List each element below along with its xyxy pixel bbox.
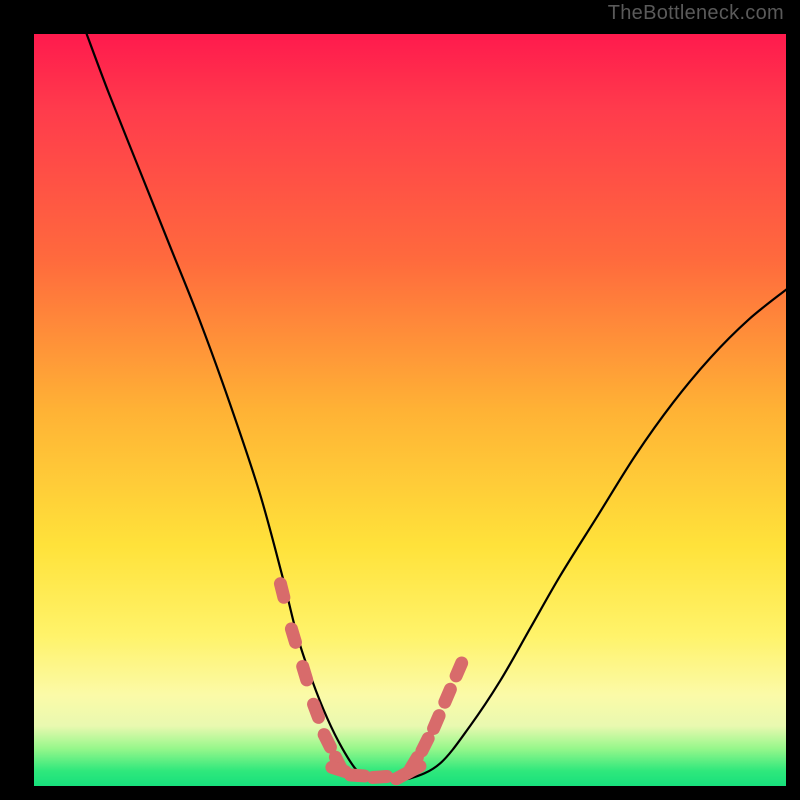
chart-svg [34, 34, 786, 786]
watermark-text: TheBottleneck.com [608, 2, 784, 25]
marker-dash [280, 584, 283, 598]
outer-frame: TheBottleneck.com [0, 0, 800, 800]
marker-dash [303, 666, 307, 679]
plot-area [34, 34, 786, 786]
marker-dash [350, 775, 364, 776]
marker-dash [332, 767, 345, 771]
marker-dash [324, 735, 330, 748]
marker-dash [422, 738, 428, 751]
bottleneck-curve [87, 34, 786, 780]
marker-dash [445, 689, 451, 702]
marker-dash [373, 777, 387, 778]
marker-dash [434, 716, 440, 729]
marker-dash [410, 757, 417, 769]
marker-dash [291, 629, 295, 642]
marker-dash [314, 704, 319, 717]
optimum-marker [280, 584, 461, 779]
marker-dash [456, 663, 462, 676]
